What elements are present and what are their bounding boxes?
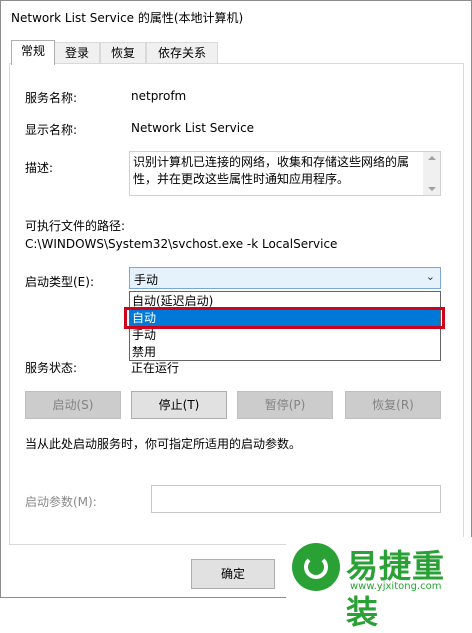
pause-button[interactable]: 暂停(P) — [237, 391, 333, 419]
startup-type-value: 手动 — [134, 273, 159, 287]
option-disabled[interactable]: 禁用 — [130, 344, 440, 360]
display-name-label: 显示名称: — [25, 123, 78, 137]
startup-type-label: 启动类型(E): — [25, 275, 94, 289]
window-title: Network List Service 的属性(本地计算机) — [11, 11, 244, 25]
properties-dialog: Network List Service 的属性(本地计算机) 常规 登录 恢复… — [0, 0, 472, 631]
tab-logon[interactable]: 登录 — [54, 42, 100, 64]
description-text: 识别计算机已连接的网络，收集和存储这些网络的属性，并在更改这些属性时通知应用程序… — [133, 155, 410, 186]
service-status-value: 正在运行 — [131, 361, 180, 375]
tab-dependencies[interactable]: 依存关系 — [146, 42, 218, 64]
start-button[interactable]: 启动(S) — [25, 391, 121, 419]
title-bar: Network List Service 的属性(本地计算机) — [1, 1, 471, 31]
tab-recovery[interactable]: 恢复 — [100, 42, 146, 64]
description-scrollbar[interactable] — [423, 152, 440, 195]
option-manual[interactable]: 手动 — [130, 327, 440, 343]
exe-path-label: 可执行文件的路径: — [25, 219, 126, 233]
highlight-annotation — [124, 307, 445, 329]
resume-button[interactable]: 恢复(R) — [345, 391, 441, 419]
start-params-hint: 当从此处启动服务时，你可指定所适用的启动参数。 — [25, 437, 302, 451]
chevron-down-icon[interactable]: ⌄ — [426, 270, 435, 283]
power-icon — [292, 543, 340, 591]
description-label: 描述: — [25, 161, 54, 175]
scroll-down-icon[interactable] — [428, 187, 436, 191]
scroll-up-icon[interactable] — [428, 156, 436, 160]
start-params-input[interactable] — [151, 485, 441, 513]
startup-type-combobox[interactable]: 手动 ⌄ — [129, 267, 441, 289]
stop-button[interactable]: 停止(T) — [131, 391, 227, 419]
service-status-label: 服务状态: — [25, 361, 78, 375]
watermark-url: www.yjxitong.com — [350, 581, 442, 592]
exe-path-value: C:\WINDOWS\System32\svchost.exe -k Local… — [25, 237, 338, 251]
watermark-logo: 易捷重装 www.yjxitong.com — [286, 537, 472, 631]
service-name-label: 服务名称: — [25, 91, 78, 105]
description-textbox[interactable]: 识别计算机已连接的网络，收集和存储这些网络的属性，并在更改这些属性时通知应用程序… — [129, 151, 441, 196]
display-name-value: Network List Service — [131, 121, 255, 135]
service-name-value: netprofm — [131, 89, 187, 103]
start-params-label: 启动参数(M): — [25, 495, 97, 509]
tab-general[interactable]: 常规 — [11, 40, 55, 65]
ok-button[interactable]: 确定 — [191, 559, 275, 589]
